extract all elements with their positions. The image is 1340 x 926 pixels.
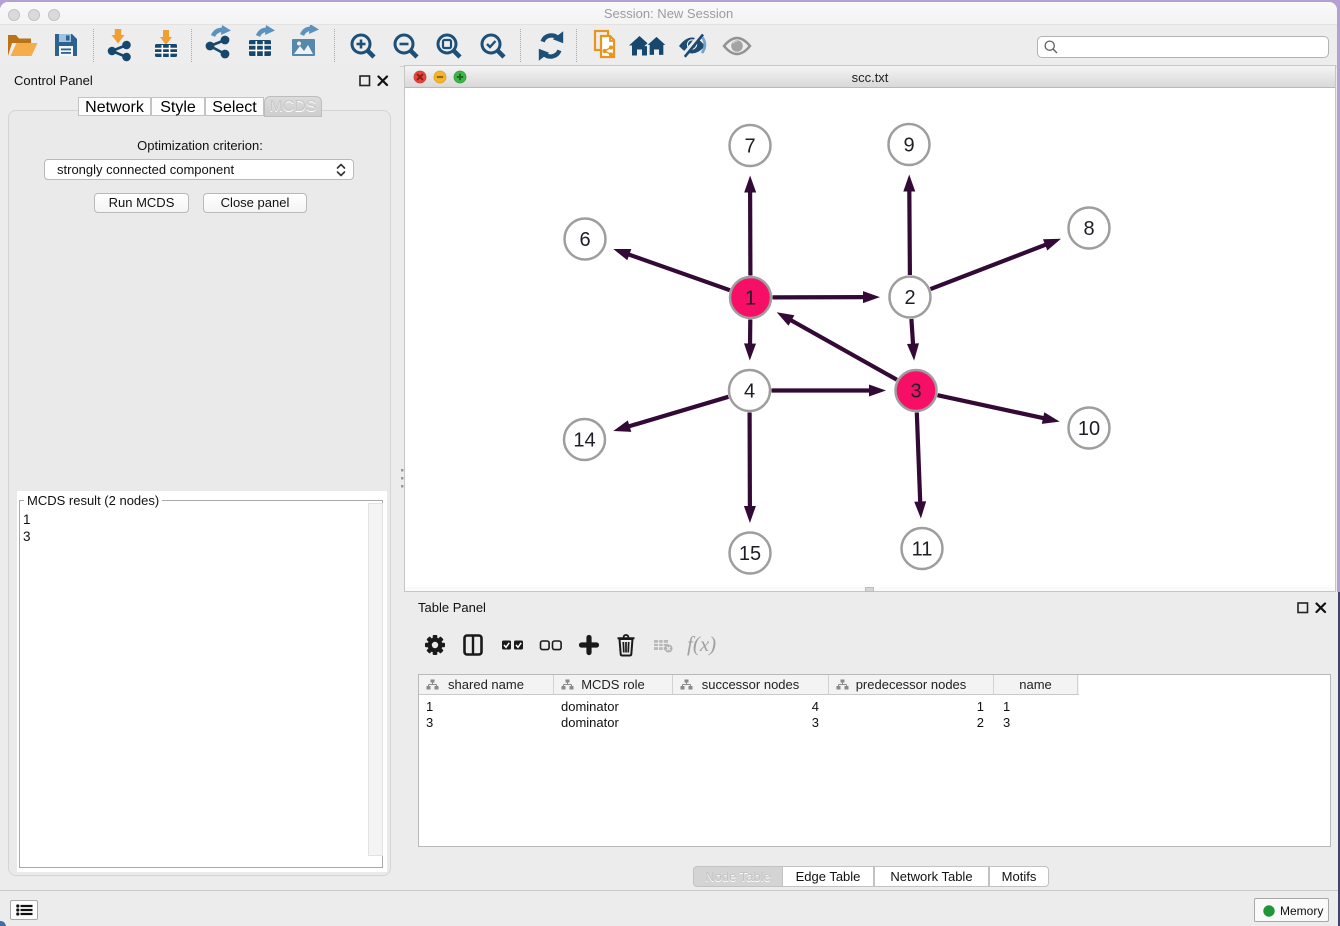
svg-text:10: 10 [1078, 418, 1100, 440]
svg-text:14: 14 [573, 430, 595, 452]
svg-text:6: 6 [579, 229, 590, 251]
svg-text:3: 3 [910, 381, 921, 403]
svg-text:8: 8 [1083, 218, 1094, 240]
svg-text:11: 11 [912, 539, 933, 561]
svg-text:1: 1 [745, 288, 756, 310]
svg-text:7: 7 [744, 136, 755, 158]
svg-text:4: 4 [744, 381, 755, 403]
svg-text:2: 2 [904, 287, 915, 309]
svg-text:9: 9 [903, 135, 914, 157]
svg-text:f(x): f(x) [687, 632, 716, 656]
svg-text:15: 15 [739, 543, 761, 565]
